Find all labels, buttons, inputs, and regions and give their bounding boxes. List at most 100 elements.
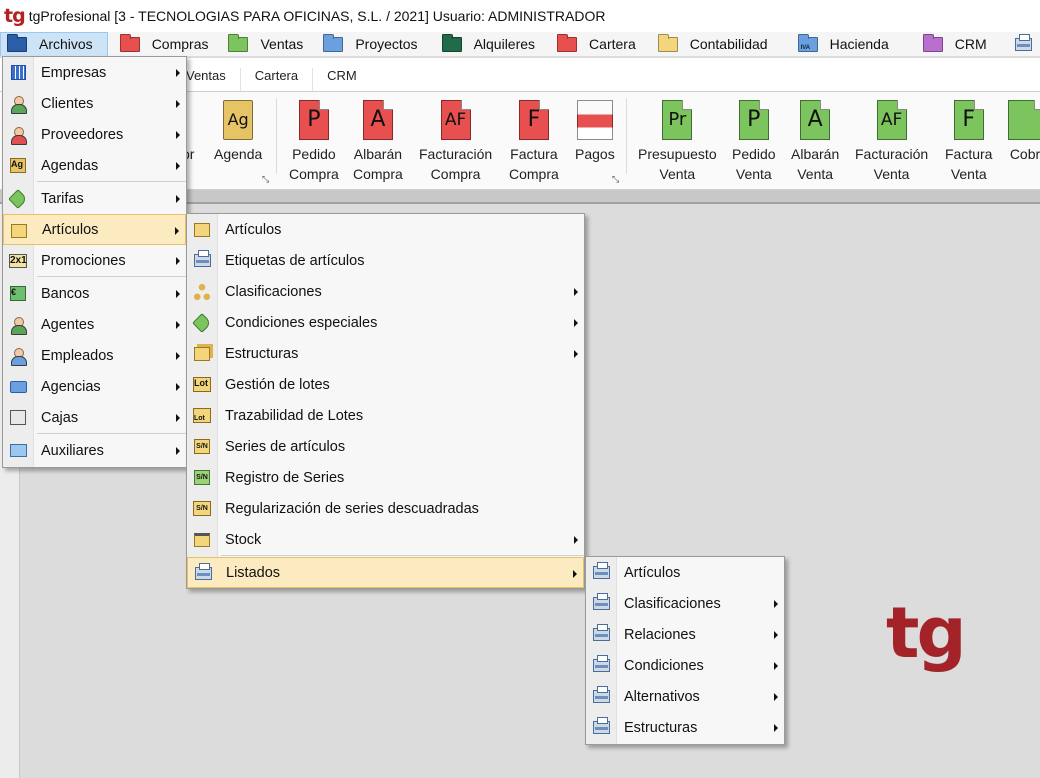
invoicing-icon: AF bbox=[440, 100, 471, 140]
menu-item-label: Agendas bbox=[41, 157, 99, 174]
ribbon-button-albaran-compra[interactable]: A Albarán Compra bbox=[353, 100, 403, 184]
menu-archivos[interactable]: Archivos bbox=[0, 32, 108, 56]
tab-cartera[interactable]: Cartera bbox=[239, 68, 312, 91]
menu-item-label: Etiquetas de artículos bbox=[225, 252, 365, 269]
submenu-arrow-icon bbox=[176, 290, 180, 298]
group-expand-icon[interactable]: ⤡ bbox=[262, 174, 269, 185]
menu-item-label: Promociones bbox=[41, 252, 126, 269]
payments-icon bbox=[576, 100, 613, 140]
menu-item-stock[interactable]: Stock bbox=[187, 524, 584, 555]
menu-item-listado-relaciones[interactable]: Relaciones bbox=[586, 619, 784, 650]
menu-more[interactable] bbox=[1001, 32, 1040, 56]
menu-item-bancos[interactable]: € Bancos bbox=[3, 278, 186, 309]
menu-item-label: Condiciones bbox=[624, 657, 704, 674]
folder-icon bbox=[657, 33, 678, 52]
menu-cartera[interactable]: Cartera bbox=[549, 32, 650, 56]
menu-item-articulos[interactable]: Artículos bbox=[3, 214, 186, 245]
submenu-arrow-icon bbox=[573, 570, 577, 578]
menu-item-registro-series[interactable]: S/N Registro de Series bbox=[187, 462, 584, 493]
menu-item-etiquetas[interactable]: Etiquetas de artículos bbox=[187, 245, 584, 276]
menu-item-listado-condiciones[interactable]: Condiciones bbox=[586, 650, 784, 681]
submenu-arrow-icon bbox=[176, 257, 180, 265]
menu-contabilidad[interactable]: Contabilidad bbox=[650, 32, 782, 56]
menu-item-agencias[interactable]: Agencias bbox=[3, 371, 186, 402]
menu-item-label: Condiciones especiales bbox=[225, 314, 378, 331]
menu-item-agentes[interactable]: Agentes bbox=[3, 309, 186, 340]
ribbon-button-cobros[interactable]: Cobr bbox=[1006, 100, 1040, 164]
menu-item-clasificaciones[interactable]: Clasificaciones bbox=[187, 276, 584, 307]
menu-item-regularizacion-series[interactable]: S/N Regularización de series descuadrada… bbox=[187, 493, 584, 524]
menu-item-label: Estructuras bbox=[225, 345, 299, 362]
ribbon-button-facturacion-venta[interactable]: AF Facturación Venta bbox=[855, 100, 928, 184]
menu-item-tarifas[interactable]: Tarifas bbox=[3, 183, 186, 214]
menu-item-proveedores[interactable]: Proveedores bbox=[3, 119, 186, 150]
tab-crm[interactable]: CRM bbox=[312, 68, 371, 91]
ribbon-button-pedido-venta[interactable]: P Pedido Venta bbox=[732, 100, 776, 184]
submenu-arrow-icon bbox=[176, 69, 180, 77]
menu-item-listado-estructuras[interactable]: Estructuras bbox=[586, 712, 784, 743]
menu-item-cajas[interactable]: Cajas bbox=[3, 402, 186, 433]
printer-icon bbox=[592, 593, 610, 612]
menu-item-listados[interactable]: Listados bbox=[187, 557, 584, 588]
agenda-icon: Ag bbox=[9, 157, 27, 174]
sales-order-icon: P bbox=[738, 100, 769, 140]
serial-icon: S/N bbox=[193, 438, 211, 455]
truck-icon bbox=[9, 378, 27, 395]
folder-icon bbox=[557, 33, 578, 52]
menu-item-auxiliares[interactable]: Auxiliares bbox=[3, 435, 186, 466]
ribbon-button-albaran-venta[interactable]: A Albarán Venta bbox=[791, 100, 839, 184]
folder-icon bbox=[7, 33, 27, 52]
ribbon-button-agenda[interactable]: Ag Agenda bbox=[214, 100, 262, 164]
folder-icon bbox=[323, 33, 344, 52]
menu-item-label: Regularización de series descuadradas bbox=[225, 500, 479, 517]
ribbon-button-factura-venta[interactable]: F Factura Venta bbox=[945, 100, 992, 184]
menu-label: Ventas bbox=[260, 36, 304, 52]
menu-item-label: Registro de Series bbox=[225, 469, 345, 486]
menu-item-gestion-lotes[interactable]: Lot Gestión de lotes bbox=[187, 369, 584, 400]
submenu-arrow-icon bbox=[176, 162, 180, 170]
menu-item-agendas[interactable]: Ag Agendas bbox=[3, 150, 186, 181]
stock-icon bbox=[193, 531, 211, 548]
menu-item-listado-clasificaciones[interactable]: Clasificaciones bbox=[586, 588, 784, 619]
submenu-arrow-icon bbox=[176, 131, 180, 139]
menu-item-estructuras[interactable]: Estructuras bbox=[187, 338, 584, 369]
menu-item-label: Tarifas bbox=[41, 190, 84, 207]
menu-item-trazabilidad-lotes[interactable]: Lot Trazabilidad de Lotes bbox=[187, 400, 584, 431]
menu-item-condiciones-especiales[interactable]: Condiciones especiales bbox=[187, 307, 584, 338]
ribbon-button-presupuesto-venta[interactable]: Pr Presupuesto Venta bbox=[638, 100, 717, 184]
menu-item-promociones[interactable]: 2x1 Promociones bbox=[3, 245, 186, 276]
window-title: tgProfesional [3 - TECNOLOGIAS PARA OFIC… bbox=[28, 8, 606, 24]
menu-item-listado-articulos[interactable]: Artículos bbox=[586, 557, 784, 588]
ribbon-button-facturacion-compra[interactable]: AF Facturación Compra bbox=[419, 100, 492, 184]
menu-item-clientes[interactable]: Clientes bbox=[3, 88, 186, 119]
menu-alquileres[interactable]: Alquileres bbox=[432, 32, 549, 56]
submenu-arrow-icon bbox=[176, 414, 180, 422]
ribbon-button-pagos[interactable]: Pagos bbox=[575, 100, 615, 164]
ribbon-button-pedido-compra[interactable]: P Pedido Compra bbox=[289, 100, 339, 184]
menu-label: Proyectos bbox=[355, 36, 418, 52]
menu-item-label: Agencias bbox=[41, 378, 101, 395]
menu-ventas[interactable]: Ventas bbox=[222, 32, 317, 56]
menu-item-label: Series de artículos bbox=[225, 438, 346, 455]
ribbon-button-factura-compra[interactable]: F Factura Compra bbox=[509, 100, 559, 184]
menu-item-articulos-sub[interactable]: Artículos bbox=[187, 214, 584, 245]
menu-item-empleados[interactable]: Empleados bbox=[3, 340, 186, 371]
menu-compras[interactable]: Compras bbox=[108, 32, 223, 56]
menu-label: CRM bbox=[954, 36, 987, 52]
menu-item-empresas[interactable]: Empresas bbox=[3, 57, 186, 88]
menu-item-label: Listados bbox=[226, 564, 281, 581]
cash-register-icon bbox=[9, 409, 27, 426]
printer-icon bbox=[592, 655, 610, 674]
menu-crm[interactable]: CRM bbox=[903, 32, 1001, 56]
group-expand-icon[interactable]: ⤡ bbox=[612, 174, 619, 185]
menu-hacienda[interactable]: IVA Hacienda bbox=[782, 32, 903, 56]
submenu-arrow-icon bbox=[176, 447, 180, 455]
menu-proyectos[interactable]: Proyectos bbox=[317, 32, 431, 56]
submenu-arrow-icon bbox=[176, 195, 180, 203]
menu-item-listado-alternativos[interactable]: Alternativos bbox=[586, 681, 784, 712]
printer-icon bbox=[592, 624, 610, 643]
archivos-dropdown: Empresas Clientes Proveedores Ag Agendas… bbox=[2, 56, 187, 468]
printer-icon bbox=[193, 250, 211, 269]
hierarchy-icon bbox=[193, 283, 211, 300]
menu-item-series-articulos[interactable]: S/N Series de artículos bbox=[187, 431, 584, 462]
